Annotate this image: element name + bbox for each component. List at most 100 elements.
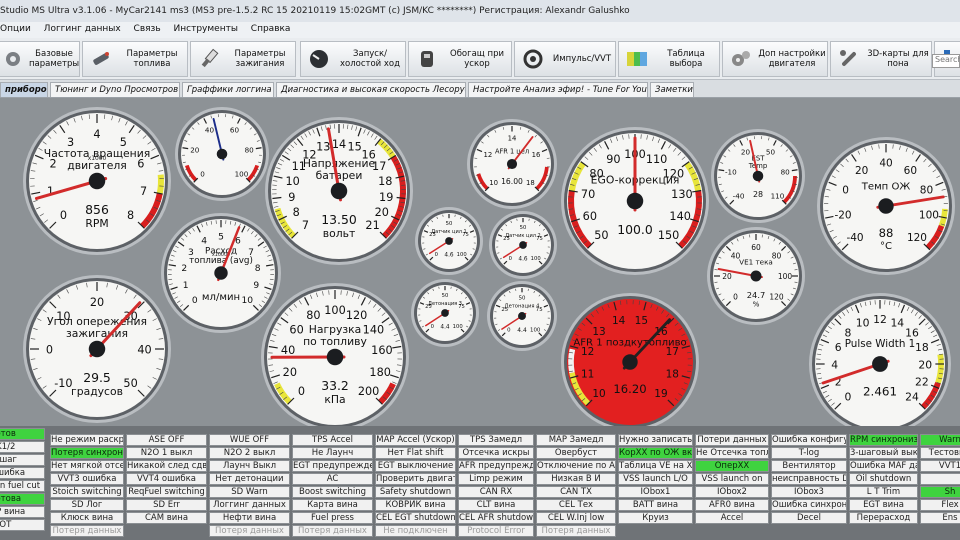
gauge-tick-label: 2 (181, 264, 187, 274)
toolbar-ignition-params-button[interactable]: Параметры зажигания (190, 41, 296, 77)
status-indicator: SD Лог (50, 499, 124, 511)
gauge-readout: 28 (753, 190, 763, 199)
table-icon (627, 52, 647, 66)
gauge-title: зажигания (66, 327, 128, 340)
gauge-tick-label: 40 (137, 344, 151, 357)
gauge-title: Детонация 3 (428, 301, 462, 307)
gauge-tick-label: 120 (769, 293, 784, 302)
toolbar-extra-engine-button[interactable]: Доп настройки двигателя (722, 41, 828, 77)
gauge-pulse-width-1: 0246810 12 141618202224Pulse Width 12.461 (809, 293, 951, 435)
gauge-tick-label: 13 (592, 326, 605, 338)
gauge-tick-label: 14 (332, 138, 346, 151)
status-indicator: Limp режим (458, 473, 534, 485)
tab-tune-analysis[interactable]: Настройте Анализ эфир! - Tune For You (468, 82, 648, 97)
gauge-readout: 33.2 (321, 378, 349, 393)
tab-notes[interactable]: Заметки (650, 82, 694, 97)
gauge-title: Расход (205, 246, 237, 256)
gauge-tick-label: 18 (915, 341, 929, 354)
toolbar-pulse-vvt-button[interactable]: Импульс/VVT (514, 41, 616, 77)
status-indicator: N2O 1 выкл (126, 447, 207, 459)
status-indicator: CEL EGT shutdown (375, 512, 456, 524)
status-indicator: Отключение по AFR (536, 460, 616, 472)
status-indicator: Нет Flat shift (375, 447, 456, 459)
gauge-title: по топливу (303, 335, 367, 348)
gauge-tick-label: 18 (666, 369, 679, 381)
gauge-hub (88, 172, 106, 190)
gauge-tick-label: 40 (205, 125, 215, 134)
status-indicator-grid: готовPK1/23-шагошибкаrun fuel cutготоваP… (0, 426, 960, 540)
toolbar-fuel-params-label: Параметры топлива (126, 49, 178, 69)
status-indicator: TPS Accel (292, 434, 373, 446)
menu-communications[interactable]: Связь (134, 22, 161, 34)
status-indicator: Потери данных (695, 434, 769, 446)
gauge-tick-label: 50 (594, 229, 608, 242)
status-indicator: Клюск вина (50, 512, 124, 524)
menu-options[interactable]: Опции (0, 22, 31, 34)
gauge-tick-label: 0 (842, 184, 849, 196)
gauge-title: Детонация 4 (505, 304, 540, 310)
status-indicator: ASE OFF (126, 434, 207, 446)
gauge-est-temp: -40-1020 5080110ESTTemp28 (711, 129, 805, 223)
gauge-knock-3: 0255075100Детонация 34.4 (411, 279, 479, 347)
gauge-tick-label: 60 (904, 165, 917, 177)
gauge-tick-label: 20 (722, 272, 732, 281)
toolbar-fuel-params-button[interactable]: Параметры топлива (82, 41, 188, 77)
menu-help[interactable]: Справка (251, 22, 291, 34)
gauge-tick-label: 18 (526, 179, 535, 187)
gauge-tick-label: 19 (654, 388, 667, 400)
gauge-tick-label: 10 (286, 175, 300, 188)
toolbar-selection-table-button[interactable]: Таблица выбора (618, 41, 720, 77)
menu-tools[interactable]: Инструменты (174, 22, 238, 34)
gauge-tick-label: 180 (369, 366, 390, 379)
toolbar-ignition-params-label: Параметры зажигания (234, 49, 286, 69)
menu-data-logging[interactable]: Логгинг данных (44, 22, 121, 34)
gauge-readout: 4.4 (517, 327, 527, 334)
status-indicator: Не Лаунч (292, 447, 373, 459)
tab-diagnostics[interactable]: Диагностика и высокая скорость Лесорубы (276, 82, 466, 97)
gauge-hub (88, 340, 106, 358)
gauge-hub (506, 158, 518, 170)
toolbar-startup-idle-button[interactable]: Запуск/ холостой ход (300, 41, 406, 77)
gauge-tick-label: 4 (93, 128, 100, 141)
gauge-tick-label: 5 (218, 233, 224, 243)
gauge-hub (878, 198, 894, 214)
gauge-tick-label: -10 (725, 168, 737, 177)
gauge-tick-label: 0 (509, 256, 512, 262)
toolbar-extra-engine-label: Доп настройки двигателя (758, 49, 826, 69)
toolbar-3d-maps-button[interactable]: 3D-карты для пона (830, 41, 932, 77)
status-indicator: Отсечка искры (458, 447, 534, 459)
tab-log-graphs[interactable]: Граффики логгина (182, 82, 274, 97)
gauge-tick-label: 12 (484, 151, 493, 159)
status-indicator: EGT предупреждения (292, 460, 373, 472)
status-indicator: SD Err (126, 499, 207, 511)
gauge-tick-label: -20 (834, 210, 851, 222)
gauge-readout: 24.7 (747, 290, 765, 300)
gauge-tick-label: 100 (457, 252, 467, 258)
search-input[interactable]: Search (932, 54, 960, 68)
status-indicator: EGT выключение (375, 460, 456, 472)
gauge-hub (519, 241, 527, 249)
gear-icon (6, 52, 20, 66)
status-indicator: MAP Accel (Ускор) (375, 434, 456, 446)
status-indicator: Ens (920, 512, 960, 524)
gauge-readout: 4.6 (444, 252, 454, 258)
toolbar-accel-enrich-button[interactable]: Обогащ при ускор (408, 41, 512, 77)
gauge-knock-4: 0255075100Детонация 44.4 (487, 281, 557, 351)
toolbar-basic-params-button[interactable]: Базовые параметры (0, 41, 80, 77)
tab-gauges[interactable]: приборов (0, 82, 48, 97)
status-indicator: Овербуст (536, 447, 616, 459)
tab-tuning-dyno[interactable]: Тюнинг и Dyno Просмотров (50, 82, 180, 97)
status-indicator: AFR0 вина (695, 499, 769, 511)
status-indicator: готов (0, 428, 45, 440)
toolbar-pulse-vvt-label: Импульс/VVT (552, 54, 612, 64)
status-indicator: Вентилятор (771, 460, 847, 472)
gauge-tick-label: 22 (915, 376, 929, 389)
gauge-tick-label: 7 (302, 219, 309, 232)
gauge-ve1: 020406080100120VE1 тека24.7% (707, 227, 805, 325)
gauge-readout: RPM (85, 217, 108, 230)
gauge-readout: 29.5 (83, 370, 111, 385)
gauge-tick-label: 20 (190, 146, 200, 155)
status-indicator: Таблица VE на XX (618, 460, 693, 472)
status-indicator: PP вина (0, 506, 45, 518)
gauge-readout: вольт (323, 227, 356, 240)
